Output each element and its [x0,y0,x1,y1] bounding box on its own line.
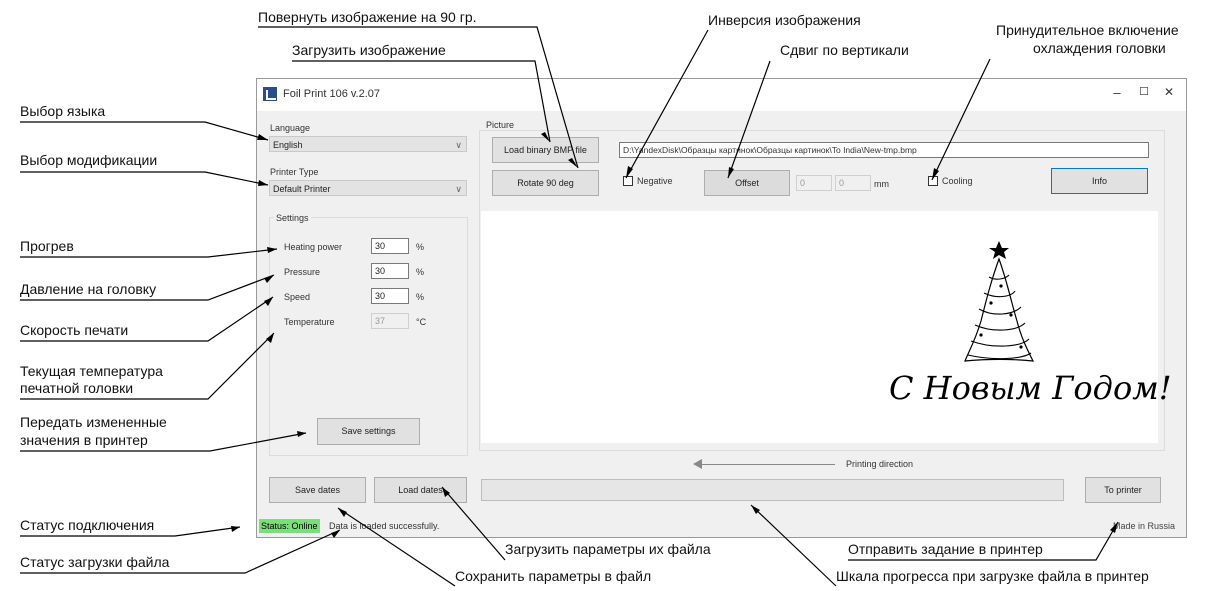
percent-unit: % [416,242,425,252]
percent-unit: % [416,267,425,277]
annotation-conn-status: Статус подключения [20,517,155,533]
title-bar: Foil Print 106 v.2.07 – ☐ ✕ [257,79,1186,111]
status-bar: Status: Online Data is loaded successful… [257,516,1186,537]
app-window: Foil Print 106 v.2.07 – ☐ ✕ Language Eng… [256,78,1187,538]
annotation-speed: Скорость печати [20,322,129,338]
to-printer-button[interactable]: To printer [1085,477,1161,503]
arrow-left-head [693,459,702,469]
greeting-text: С Новым Годом! [889,369,1172,407]
pressure-input[interactable]: 30 [371,263,409,279]
annotation-cooling-2: охлаждения головки [1033,40,1166,56]
save-dates-button[interactable]: Save dates [269,477,366,503]
celsius-unit: °C [416,317,427,327]
annotation-file-status: Статус загрузки файла [20,554,170,570]
offset-input-1[interactable]: 0 [796,175,832,191]
annotation-invert: Инверсия изображения [708,12,861,28]
pressure-label: Pressure [284,267,321,277]
chevron-down-icon: ∨ [455,140,462,150]
printer-type-label: Printer Type [270,167,319,177]
annotation-temp-2: печатной головки [20,380,134,396]
offset-input-2[interactable]: 0 [835,175,871,191]
annotation-save-params: Сохранить параметры в файл [455,568,652,584]
made-in-label: Made in Russia [1113,521,1176,531]
language-select[interactable]: English ∨ [269,136,467,152]
annotation-progress: Шкала прогресса при загрузке файла в при… [836,568,1149,584]
percent-unit: % [416,292,425,302]
info-button[interactable]: Info [1051,168,1148,194]
app-logo-icon [263,87,277,101]
upload-progress-bar [481,479,1064,501]
speed-input[interactable]: 30 [371,288,409,304]
annotation-send-job: Отправить задание в принтер [848,541,1043,557]
annotation-heating: Прогрев [20,238,74,254]
settings-label: Settings [274,213,311,223]
file-status-message: Data is loaded successfully. [329,521,440,531]
annotation-language: Выбор языка [20,103,106,119]
negative-checkbox[interactable] [623,176,633,186]
load-dates-button[interactable]: Load dates [374,477,467,503]
temperature-label: Temperature [284,317,335,327]
speed-label: Speed [284,292,311,302]
file-path-field[interactable]: D:\YandexDisk\Образцы картинок\Образцы к… [619,142,1149,158]
negative-label: Negative [637,176,673,186]
offset-button[interactable]: Offset [704,170,790,196]
load-bmp-button[interactable]: Load binary BMP file [492,137,599,163]
cooling-label: Cooling [942,176,973,186]
annotation-load-params: Загрузить параметры их файла [505,541,711,557]
temperature-readout: 37 [371,313,409,329]
annotation-transfer-2: значения в принтер [20,432,148,448]
annotation-pressure: Давление на головку [20,281,157,297]
save-settings-button[interactable]: Save settings [317,418,420,445]
connection-status-badge: Status: Online [259,519,320,533]
annotation-modification: Выбор модификации [20,152,158,168]
maximize-button[interactable]: ☐ [1134,85,1154,103]
offset-unit: mm [874,179,889,189]
printer-type-select-value: Default Printer [273,184,331,194]
annotation-vshift: Сдвиг по вертикали [780,42,909,58]
annotation-rotate: Повернуть изображение на 90 гр. [258,9,477,25]
arrow-left-icon [695,464,835,465]
annotation-load-image: Загрузить изображение [292,42,446,58]
cooling-checkbox[interactable] [928,176,938,186]
rotate-button[interactable]: Rotate 90 deg [492,170,599,196]
picture-preview: С Новым Годом! [481,211,1172,443]
language-select-value: English [273,140,303,150]
heating-power-input[interactable]: 30 [371,238,409,254]
close-button[interactable]: ✕ [1159,85,1179,103]
heating-power-label: Heating power [284,242,343,252]
language-label: Language [270,123,311,133]
annotation-temp-1: Текущая температура [20,363,163,379]
picture-label: Picture [486,120,515,130]
chevron-down-icon: ∨ [455,184,462,194]
annotation-transfer-1: Передать измененные [20,414,167,430]
minimize-button[interactable]: – [1107,85,1127,103]
annotation-cooling-1: Принудительное включение [996,22,1179,38]
christmas-tree-image [964,241,1035,362]
printer-type-select[interactable]: Default Printer ∨ [269,180,467,196]
printing-direction-label: Printing direction [846,459,914,469]
window-title: Foil Print 106 v.2.07 [283,88,381,100]
